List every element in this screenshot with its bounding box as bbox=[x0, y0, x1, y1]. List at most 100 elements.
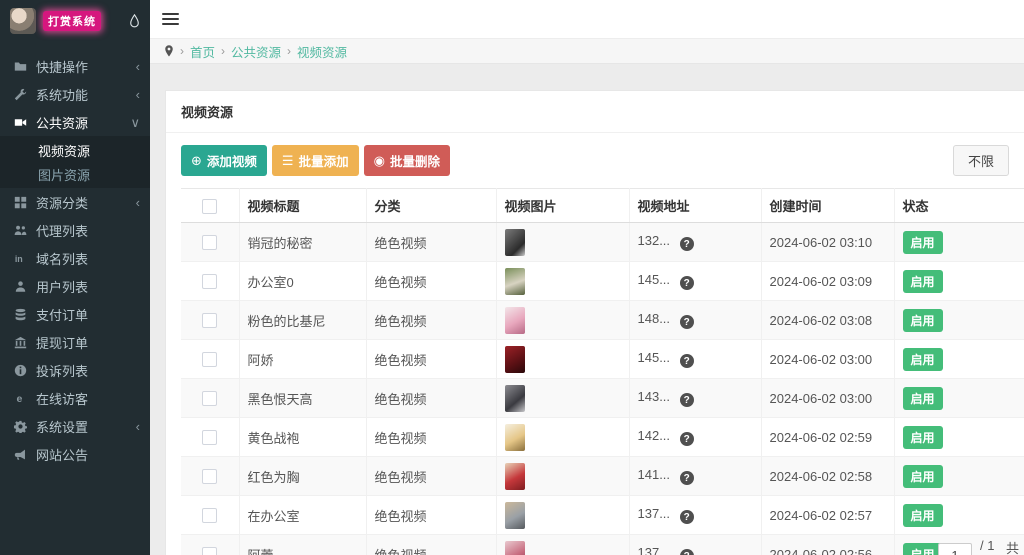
sidebar-item-label: 公共资源 bbox=[36, 113, 130, 132]
question-circle-icon[interactable]: ? bbox=[680, 510, 694, 524]
sidebar-item-quick-actions[interactable]: 快捷操作 ‹ bbox=[0, 52, 150, 80]
hamburger-menu-icon[interactable] bbox=[162, 10, 179, 28]
video-thumbnail[interactable] bbox=[505, 541, 525, 555]
status-filter-dropdown[interactable]: 不限 bbox=[953, 145, 1009, 176]
header-created: 创建时间 bbox=[761, 189, 894, 223]
sidebar-item-system-settings[interactable]: 系统设置 ‹ bbox=[0, 412, 150, 440]
breadcrumb: › 首页 › 公共资源 › 视频资源 bbox=[150, 38, 1024, 64]
sidebar-item-online-visitors[interactable]: e 在线访客 bbox=[0, 384, 150, 412]
sidebar-item-label: 用户列表 bbox=[36, 277, 140, 296]
sidebar-item-domain-list[interactable]: in 域名列表 bbox=[0, 244, 150, 272]
video-thumbnail[interactable] bbox=[505, 385, 525, 412]
megaphone-icon bbox=[14, 448, 36, 461]
batch-delete-label: 批量删除 bbox=[390, 151, 440, 170]
video-address: 137... bbox=[638, 506, 671, 521]
video-thumbnail[interactable] bbox=[505, 424, 525, 451]
breadcrumb-public-resources-link[interactable]: 公共资源 bbox=[231, 42, 281, 61]
bank-icon bbox=[14, 336, 36, 349]
add-video-label: 添加视频 bbox=[207, 151, 257, 170]
sidebar-item-label: 域名列表 bbox=[36, 249, 140, 268]
wrench-icon bbox=[14, 88, 36, 101]
video-thumbnail[interactable] bbox=[505, 307, 525, 334]
row-checkbox[interactable] bbox=[202, 313, 217, 328]
add-video-button[interactable]: ⊕ 添加视频 bbox=[181, 145, 267, 176]
sidebar-item-payment-orders[interactable]: 支付订单 bbox=[0, 300, 150, 328]
question-circle-icon[interactable]: ? bbox=[680, 354, 694, 368]
video-address: 145... bbox=[638, 272, 671, 287]
toolbar: ⊕ 添加视频 ☰ 批量添加 ◉ 批量删除 不限 bbox=[166, 133, 1024, 186]
video-camera-icon bbox=[14, 116, 36, 129]
table-row: 销冠的秘密 绝色视频 132... ? 2024-06-02 03:10 启用 bbox=[181, 223, 1024, 262]
sidebar-item-user-list[interactable]: 用户列表 bbox=[0, 272, 150, 300]
sidebar-item-system-functions[interactable]: 系统功能 ‹ bbox=[0, 80, 150, 108]
row-checkbox[interactable] bbox=[202, 391, 217, 406]
header-image: 视频图片 bbox=[496, 189, 629, 223]
status-badge: 启用 bbox=[903, 309, 943, 332]
question-circle-icon[interactable]: ? bbox=[680, 276, 694, 290]
video-thumbnail[interactable] bbox=[505, 502, 525, 529]
question-circle-icon[interactable]: ? bbox=[680, 393, 694, 407]
video-thumbnail[interactable] bbox=[505, 229, 525, 256]
row-checkbox[interactable] bbox=[202, 235, 217, 250]
batch-delete-button[interactable]: ◉ 批量删除 bbox=[364, 145, 450, 176]
page-number-input[interactable] bbox=[938, 543, 972, 555]
chevron-down-icon: ∨ bbox=[130, 116, 140, 129]
list-icon: ☰ bbox=[282, 154, 294, 167]
sidebar-item-image-resources[interactable]: 图片资源 bbox=[0, 162, 150, 186]
sidebar-item-label: 提现订单 bbox=[36, 333, 140, 352]
status-badge: 启用 bbox=[903, 504, 943, 527]
sidebar-item-resource-categories[interactable]: 资源分类 ‹ bbox=[0, 188, 150, 216]
row-checkbox[interactable] bbox=[202, 469, 217, 484]
breadcrumb-separator: › bbox=[180, 44, 184, 58]
video-title: 销冠的秘密 bbox=[239, 223, 366, 262]
row-checkbox[interactable] bbox=[202, 508, 217, 523]
status-badge: 启用 bbox=[903, 387, 943, 410]
created-time: 2024-06-02 02:59 bbox=[761, 418, 894, 457]
table-row: 红色为胸 绝色视频 141... ? 2024-06-02 02:58 启用 bbox=[181, 457, 1024, 496]
sidebar-item-label: 代理列表 bbox=[36, 221, 140, 240]
chevron-left-icon: ‹ bbox=[136, 60, 140, 73]
row-checkbox[interactable] bbox=[202, 274, 217, 289]
breadcrumb-home-link[interactable]: 首页 bbox=[190, 42, 215, 61]
question-circle-icon[interactable]: ? bbox=[680, 237, 694, 251]
total-count-label: 共 10 bbox=[1006, 538, 1024, 555]
table-row: 阿娇 绝色视频 145... ? 2024-06-02 03:00 启用 bbox=[181, 340, 1024, 379]
question-circle-icon[interactable]: ? bbox=[680, 471, 694, 485]
sidebar-item-label: 在线访客 bbox=[36, 389, 140, 408]
sidebar-item-complaint-list[interactable]: 投诉列表 bbox=[0, 356, 150, 384]
row-checkbox[interactable] bbox=[202, 547, 217, 555]
sidebar-item-withdrawal-orders[interactable]: 提现订单 bbox=[0, 328, 150, 356]
sidebar-item-video-resources[interactable]: 视频资源 bbox=[0, 138, 150, 162]
main-area: › 首页 › 公共资源 › 视频资源 视频资源 ⊕ 添加视频 ☰ 批量添加 bbox=[150, 0, 1024, 555]
question-circle-icon[interactable]: ? bbox=[680, 315, 694, 329]
video-category: 绝色视频 bbox=[366, 496, 496, 535]
video-thumbnail[interactable] bbox=[505, 346, 525, 373]
question-circle-icon[interactable]: ? bbox=[680, 549, 694, 555]
sidebar-item-agent-list[interactable]: 代理列表 bbox=[0, 216, 150, 244]
sidebar-item-public-resources[interactable]: 公共资源 ∨ bbox=[0, 108, 150, 136]
video-thumbnail[interactable] bbox=[505, 268, 525, 295]
droplet-icon[interactable] bbox=[129, 14, 140, 28]
breadcrumb-video-resources-link[interactable]: 视频资源 bbox=[297, 42, 347, 61]
linkedin-icon: in bbox=[14, 252, 36, 265]
sidebar-item-label: 系统设置 bbox=[36, 417, 136, 436]
created-time: 2024-06-02 03:09 bbox=[761, 262, 894, 301]
video-thumbnail[interactable] bbox=[505, 463, 525, 490]
video-category: 绝色视频 bbox=[366, 418, 496, 457]
select-all-checkbox[interactable] bbox=[202, 199, 217, 214]
video-address: 142... bbox=[638, 428, 671, 443]
question-circle-icon[interactable]: ? bbox=[680, 432, 694, 446]
table-row: 在办公室 绝色视频 137... ? 2024-06-02 02:57 启用 bbox=[181, 496, 1024, 535]
row-checkbox[interactable] bbox=[202, 430, 217, 445]
created-time: 2024-06-02 02:56 bbox=[761, 535, 894, 555]
gear-icon bbox=[14, 420, 36, 433]
video-address: 145... bbox=[638, 350, 671, 365]
folder-icon bbox=[14, 60, 36, 73]
users-icon bbox=[14, 224, 36, 237]
avatar[interactable] bbox=[10, 8, 36, 34]
row-checkbox[interactable] bbox=[202, 352, 217, 367]
sidebar-item-site-announcement[interactable]: 网站公告 bbox=[0, 440, 150, 468]
batch-add-button[interactable]: ☰ 批量添加 bbox=[272, 145, 359, 176]
status-badge: 启用 bbox=[903, 231, 943, 254]
video-title: 办公室0 bbox=[239, 262, 366, 301]
